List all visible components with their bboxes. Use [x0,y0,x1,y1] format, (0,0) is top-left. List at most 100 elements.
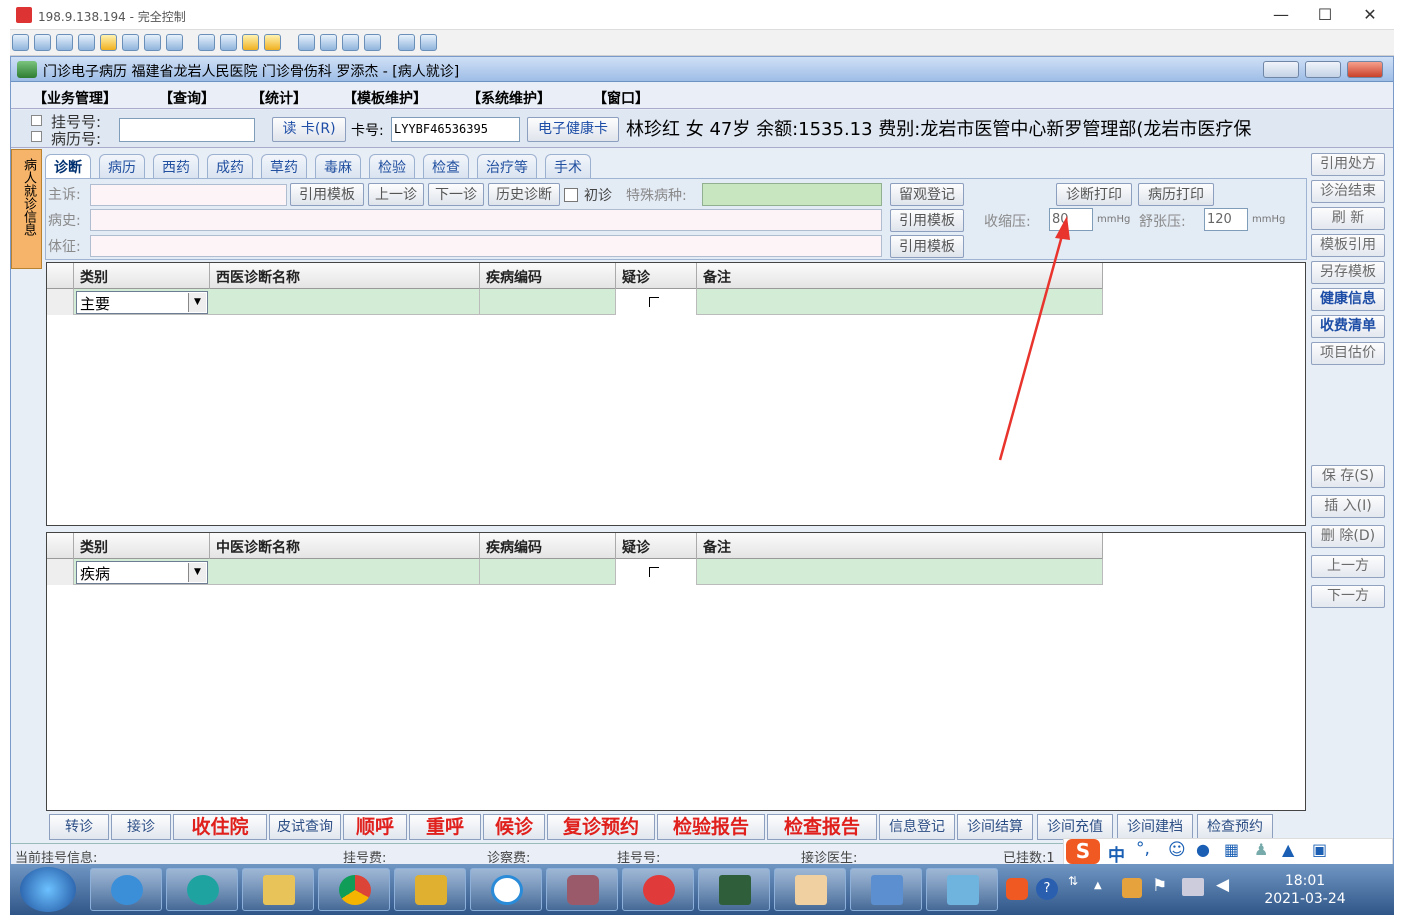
card-no-input[interactable]: LYYBF46536395 [391,117,520,142]
cell-suspect[interactable] [616,559,697,585]
read-card-button[interactable]: 读 卡(R) [272,117,346,142]
menu-stats[interactable]: 【统计】 [251,88,307,108]
punctuation-icon[interactable]: °, [1136,839,1150,859]
grid-menu-icon[interactable]: ▣ [1312,840,1327,859]
taskbar-explorer[interactable] [242,868,314,911]
tab-western-drug[interactable]: 西药 [153,154,199,178]
sign-input[interactable] [90,235,882,257]
taskbar-remote[interactable] [926,868,998,911]
tab-herbal[interactable]: 草药 [261,154,307,178]
phone-icon[interactable] [144,34,161,51]
transfer-button[interactable]: 转诊 [49,814,109,840]
reg-no-radio[interactable] [31,115,42,126]
record-print-button[interactable]: 病历打印 [1138,183,1214,206]
cell-disease-code[interactable] [480,559,616,585]
recall-button[interactable]: 重呼 [409,814,481,840]
info-register-button[interactable]: 信息登记 [879,814,955,840]
history-diagnosis-button[interactable]: 历史诊断 [488,183,560,206]
tab-treatment[interactable]: 治疗等 [477,154,537,178]
settings-icon[interactable] [398,34,415,51]
health-card-button[interactable]: 电子健康卡 [527,117,619,142]
reg-no-input[interactable] [119,118,255,142]
refresh-icon[interactable] [364,34,381,51]
window-icon[interactable] [298,34,315,51]
taskbar-app-red[interactable] [622,868,694,911]
taskbar-ie[interactable] [90,868,162,911]
tray-volume-icon[interactable]: ◀ [1216,875,1229,895]
fullscreen-icon[interactable] [320,34,337,51]
minimize-button[interactable]: — [1266,4,1296,26]
tray-display-icon[interactable] [1182,878,1204,896]
mdi-restore-button[interactable] [1305,61,1341,78]
refresh-button[interactable]: 刷 新 [1311,207,1385,230]
microphone-icon[interactable]: ● [1196,840,1210,859]
user-icon[interactable] [198,34,215,51]
menu-window[interactable]: 【窗口】 [593,88,649,108]
next-prescription-button[interactable]: 下一方 [1311,585,1385,608]
menu-template[interactable]: 【模板维护】 [343,88,427,108]
table-row[interactable]: 主要 ▼ [47,289,1103,315]
tray-sogou-icon[interactable] [1006,878,1028,900]
follow-up-button[interactable]: 复诊预约 [547,814,655,840]
cite-template-button-2[interactable]: 引用模板 [890,209,964,232]
cell-chinese-name[interactable] [210,559,480,585]
user-icon[interactable]: ♟ [1254,840,1268,859]
item-estimate-button[interactable]: 项目估价 [1311,342,1385,365]
tray-app-icon[interactable] [1122,878,1142,898]
taskbar-monitor[interactable] [698,868,770,911]
tab-exam[interactable]: 检查 [423,154,469,178]
chevron-down-icon[interactable]: ▼ [188,293,206,312]
observe-register-button[interactable]: 留观登记 [890,183,964,206]
delete-button[interactable]: 删 除(D) [1311,525,1385,548]
mdi-minimize-button[interactable] [1263,61,1299,78]
tab-narcotic[interactable]: 毒麻 [315,154,361,178]
users-icon[interactable] [220,34,237,51]
ime-lang-toggle[interactable]: 中 [1108,841,1125,866]
call-next-button[interactable]: 顺呼 [343,814,407,840]
skin-icon[interactable]: ▲ [1282,840,1294,859]
menu-query[interactable]: 【查询】 [159,88,215,108]
finish-visit-button[interactable]: 诊治结束 [1311,180,1385,203]
complaint-input[interactable] [90,184,287,206]
cite-template-button-1[interactable]: 引用模板 [290,183,364,206]
taskbar-sql[interactable] [394,868,466,911]
taskbar-edge[interactable] [166,868,238,911]
skin-test-query-button[interactable]: 皮试查询 [269,814,341,840]
close-button[interactable]: ✕ [1355,4,1385,26]
sogou-icon[interactable]: S [1066,839,1100,864]
taskbar-window-app[interactable] [850,868,922,911]
history-input[interactable] [90,209,882,231]
taskbar-chrome[interactable] [318,868,390,911]
first-visit-checkbox[interactable] [564,188,578,202]
template-cite-button[interactable]: 模板引用 [1311,234,1385,257]
menu-system[interactable]: 【系统维护】 [467,88,551,108]
tab-record[interactable]: 病历 [99,154,145,178]
cell-note[interactable] [697,289,1103,315]
chat-icon[interactable] [122,34,139,51]
save-as-template-button[interactable]: 另存模板 [1311,261,1385,284]
health-info-button[interactable]: 健康信息 [1311,288,1385,311]
tray-expand-icon[interactable]: ▲ [1094,880,1102,891]
tray-flag-icon[interactable]: ⚑ [1152,876,1167,896]
cell-western-name[interactable] [210,289,480,315]
start-button[interactable] [20,867,76,912]
fee-list-button[interactable]: 收费清单 [1311,315,1385,338]
special-disease-select[interactable] [702,183,882,206]
suspect-checkbox[interactable] [649,297,659,307]
diastolic-input[interactable]: 120 [1204,208,1248,231]
insert-button[interactable]: 插 入(I) [1311,495,1385,518]
taskbar-cloud[interactable] [470,868,542,911]
exam-report-button[interactable]: 检查报告 [767,814,877,840]
taskbar-clock[interactable]: 18:01 2021-03-24 [1250,872,1360,908]
diagnosis-print-button[interactable]: 诊断打印 [1056,183,1132,206]
cite-prescription-button[interactable]: 引用处方 [1311,153,1385,176]
exam-appointment-button[interactable]: 检查预约 [1197,814,1273,840]
admit-button[interactable]: 收住院 [173,814,267,840]
clinic-recharge-button[interactable]: 诊间充值 [1037,814,1113,840]
terminal-icon[interactable] [56,34,73,51]
cell-suspect[interactable] [616,289,697,315]
prev-prescription-button[interactable]: 上一方 [1311,555,1385,578]
maximize-button[interactable]: ☐ [1310,4,1340,26]
tab-patent-drug[interactable]: 成药 [207,154,253,178]
monitor-icon[interactable] [34,34,51,51]
